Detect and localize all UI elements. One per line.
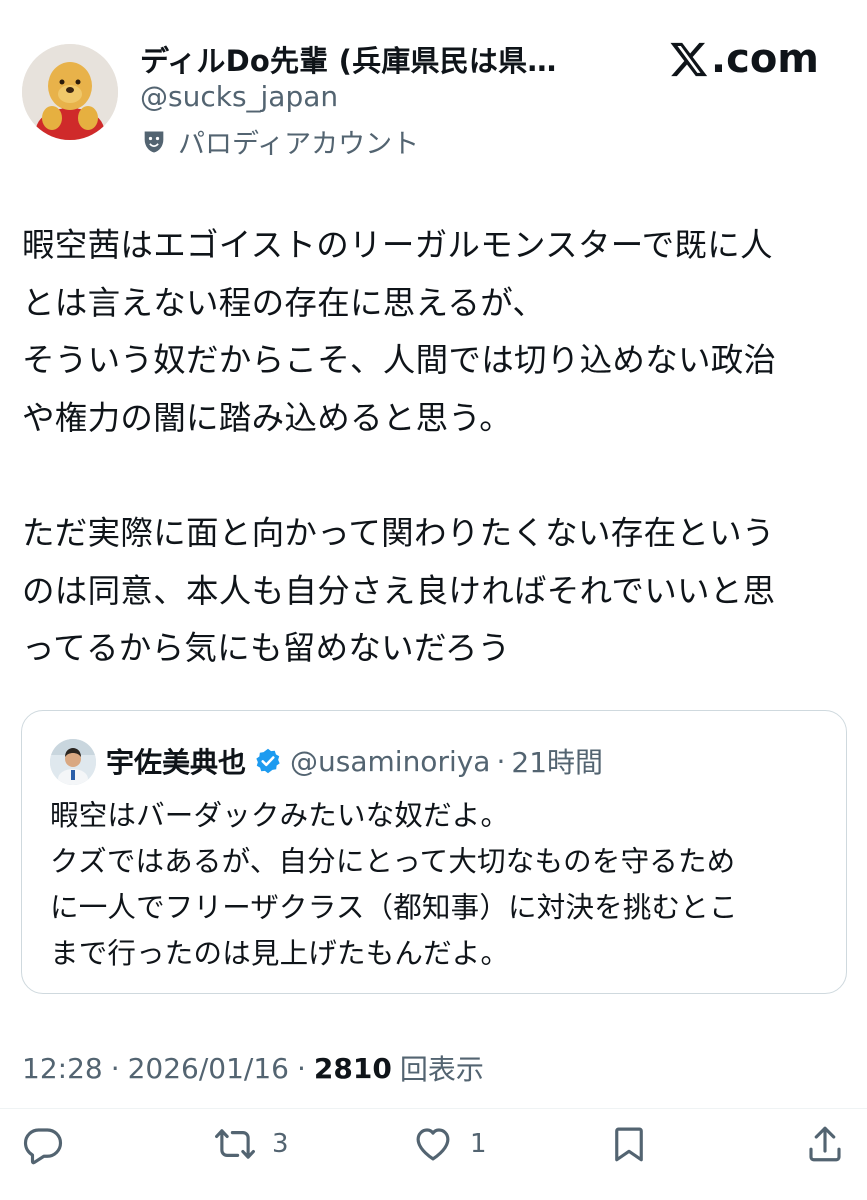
divider: [0, 1108, 867, 1109]
x-logo: .com: [669, 36, 819, 82]
x-brand-icon: [670, 42, 708, 77]
separator-dot: ·: [110, 1051, 120, 1085]
views-count[interactable]: 2810: [314, 1052, 392, 1085]
verified-badge-icon: [256, 748, 280, 774]
quoted-tweet-header: 宇佐美典也 @usaminoriya · 21時間: [106, 741, 603, 781]
retweet-count: 3: [272, 1129, 289, 1159]
parody-account-label: パロディアカウント: [140, 122, 419, 161]
author-avatar[interactable]: [22, 44, 118, 140]
author-handle[interactable]: @sucks_japan: [140, 80, 338, 113]
heart-icon: [416, 1128, 450, 1161]
bookmark-icon: [615, 1127, 643, 1162]
person-photo-avatar-icon: [50, 739, 96, 785]
like-count: 1: [470, 1129, 487, 1159]
theater-mask-icon: [144, 131, 164, 152]
tweet-text: 暇空茜はエゴイストのリーガルモンスターで既に人 とは言えない程の存在に思えるが、…: [22, 226, 777, 668]
x-logo-text: .com: [710, 36, 819, 82]
views-label: 回表示: [399, 1053, 484, 1086]
tweet-date[interactable]: 2026/01/16: [128, 1052, 289, 1085]
action-bar: 3 1: [0, 1115, 867, 1175]
like-button[interactable]: 1: [412, 1123, 487, 1165]
quoted-tweet-text: 暇空はバーダックみたいな奴だよ。 クズではあるが、自分にとって大切なものを守るた…: [50, 799, 738, 970]
parody-label-text: パロディアカウント: [178, 129, 420, 160]
separator-dot: ·: [297, 1051, 306, 1085]
quoted-tweet[interactable]: 宇佐美典也 @usaminoriya · 21時間 暇空はバーダックみたいな奴だ…: [21, 710, 847, 994]
winnie-pooh-face-avatar-icon: [22, 44, 118, 140]
reply-bubble-icon: [23, 1128, 63, 1165]
separator-dot: ·: [496, 744, 506, 778]
share-button[interactable]: [804, 1123, 846, 1165]
quoted-author-handle: @usaminoriya: [290, 744, 491, 778]
retweet-button[interactable]: 3: [214, 1123, 289, 1165]
quoted-author-avatar: [50, 739, 96, 785]
retweet-icon: [215, 1129, 255, 1159]
author-display-name[interactable]: ディルDo先輩 (兵庫県民は県…: [140, 38, 557, 80]
bookmark-button[interactable]: [608, 1123, 650, 1165]
tweet-header: ディルDo先輩 (兵庫県民は県… @sucks_japan パロディアカウント …: [0, 0, 867, 170]
reply-button[interactable]: [22, 1123, 64, 1165]
share-icon: [809, 1126, 841, 1162]
quoted-tweet-time: 21時間: [511, 746, 604, 779]
tweet-time[interactable]: 12:28: [22, 1052, 103, 1085]
quoted-author-name: 宇佐美典也: [106, 746, 247, 779]
tweet-metadata: 12:28 · 2026/01/16 · 2810 回表示: [22, 1048, 484, 1088]
